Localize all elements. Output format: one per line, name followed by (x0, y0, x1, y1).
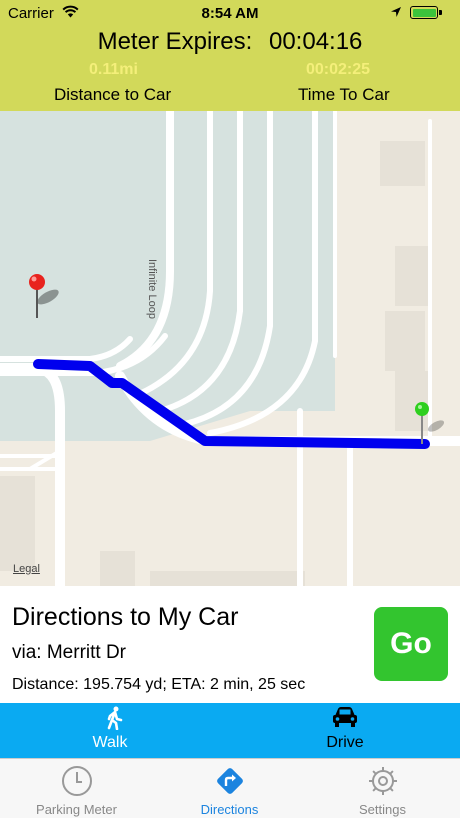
mode-walk-label: Walk (92, 734, 128, 751)
time-value: 00:02:25 (306, 61, 371, 78)
directions-panel: Directions to My Car via: Merritt Dr Dis… (0, 586, 460, 703)
tab-bar: Parking Meter Directions Settings (0, 758, 460, 818)
location-arrow-icon (390, 5, 402, 22)
meter-expires-value: 00:04:16 (268, 28, 363, 55)
street-label: Infinite Loop (146, 259, 158, 319)
meter-panel: Meter Expires: 00:04:16 0.11mi 00:02:25 … (0, 26, 460, 111)
tab-parking-meter[interactable]: Parking Meter (0, 759, 153, 819)
mode-walk[interactable]: Walk (0, 703, 230, 758)
directions-icon (153, 765, 306, 797)
map-view[interactable]: Infinite Loop Legal (0, 111, 460, 586)
tab-parking-meter-label: Parking Meter (36, 802, 117, 817)
meter-expires: Meter Expires: 00:04:16 (0, 28, 460, 56)
route-via: via: Merritt Dr (12, 642, 126, 663)
transport-mode-bar: Walk Drive (0, 703, 460, 758)
legal-link[interactable]: Legal (13, 563, 40, 575)
status-bar: Carrier 8:54 AM (0, 0, 460, 26)
go-button[interactable]: Go (374, 607, 448, 681)
distance-eta: Distance: 195.754 yd; ETA: 2 min, 25 sec (12, 676, 306, 693)
car-icon (230, 706, 460, 730)
tab-directions-label: Directions (200, 802, 259, 817)
distance-value: 0.11mi (89, 61, 138, 78)
tab-settings[interactable]: Settings (306, 759, 459, 819)
time-label: Time To Car (298, 85, 390, 104)
tab-directions[interactable]: Directions (153, 759, 306, 819)
mode-drive-label: Drive (326, 734, 364, 751)
walk-icon (0, 706, 230, 730)
directions-title: Directions to My Car (12, 603, 239, 631)
tab-settings-label: Settings (359, 802, 406, 817)
distance-label: Distance to Car (54, 85, 172, 104)
gear-icon (306, 765, 459, 797)
battery-icon (410, 6, 442, 19)
mode-drive[interactable]: Drive (230, 703, 460, 758)
meter-expires-label: Meter Expires: (97, 28, 253, 55)
clock-icon (0, 765, 153, 797)
